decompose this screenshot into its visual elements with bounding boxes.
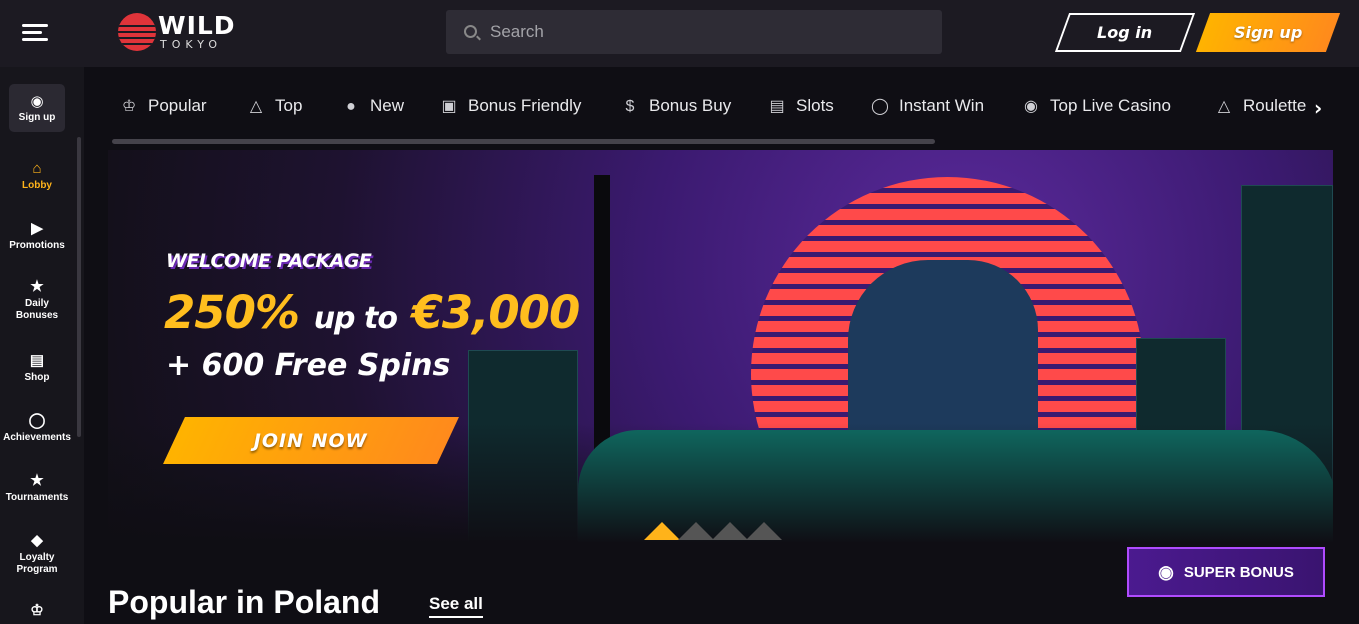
stopwatch-icon: ◯ [871,98,889,115]
sidebar-item-label: Achievements [3,432,71,443]
sidebar-item-tournaments[interactable]: ★ Tournaments [0,473,74,504]
category-top-live-casino[interactable]: ◉ Top Live Casino [1020,96,1171,116]
sidebar-item-label: Loyalty Program [16,552,58,575]
search-input[interactable] [490,10,930,54]
sidebar-signup-label: Sign up [18,112,56,123]
sidebar-item-vip[interactable]: ♔ [0,603,74,622]
super-bonus-button[interactable]: ◉ SUPER BONUS [1127,547,1325,597]
logo-word: WILD [158,11,236,40]
carousel-dot[interactable] [746,522,782,540]
join-now-button[interactable]: JOIN NOW [163,417,459,464]
logo-subtitle: TOKYO [160,38,222,51]
category-label: Bonus Buy [649,96,732,115]
login-button[interactable]: Log in [1054,13,1196,52]
hero-free-spins: + 600 Free Spins [166,348,451,383]
hero-amount: €3,000 [411,286,581,339]
sidebar-item-label: Promotions [9,240,65,251]
category-bonus-friendly[interactable]: ▣ Bonus Friendly [438,96,581,116]
category-scrollbar[interactable] [112,139,935,144]
sidebar-item-loyalty-program[interactable]: ◆ Loyalty Program [0,533,74,576]
sidebar-item-daily-bonuses[interactable]: ★ Daily Bonuses [0,279,74,322]
shop-icon: ▤ [29,352,45,369]
sidebar-item-shop[interactable]: ▤ Shop [0,353,74,384]
slot-machine-icon: ▤ [769,98,785,115]
sidebar-item-label: Shop [24,372,50,383]
category-slots[interactable]: ▤ Slots [766,96,834,116]
sidebar-item-promotions[interactable]: ▶ Promotions [0,221,74,252]
category-label: Slots [796,96,834,115]
hero-headline: 250% up to €3,000 [164,286,581,339]
category-popular[interactable]: ♔ Popular [118,96,207,116]
category-bonus-buy[interactable]: $ Bonus Buy [619,96,732,116]
sidebar-item-label: Tournaments [5,492,69,503]
hero-banner[interactable]: WELCOME PACKAGE 250% up to €3,000 + 600 … [108,150,1333,543]
category-label: Popular [148,96,207,115]
category-label: Roulette [1243,96,1307,115]
user-plus-icon: ◉ [30,92,44,110]
crown-icon: ♔ [30,602,44,619]
medal-icon: ◯ [28,412,46,429]
menu-icon[interactable] [22,24,48,44]
super-bonus-label: SUPER BONUS [1183,563,1294,581]
category-label: Bonus Friendly [468,96,582,115]
sidebar-signup-button[interactable]: ◉ Sign up [9,84,65,132]
money-bag-icon: $ [625,98,635,115]
category-label: New [370,96,405,115]
home-icon: ⌂ [32,160,42,177]
sidebar-item-achievements[interactable]: ◯ Achievements [0,413,74,444]
signup-label: Sign up [1233,23,1303,42]
chip-icon: ◉ [1024,98,1038,115]
category-nav: ♔ Popular △ Top ● New ▣ Bonus Friendly $ Bonu… [108,86,1333,132]
category-label: Top [275,96,303,115]
new-icon: ● [346,98,356,115]
sidebar-item-label: Lobby [22,180,52,191]
sidebar-scrollbar[interactable] [77,137,81,437]
top-bar: WILD TOKYO Log in Sign up [0,0,1359,67]
hero-percent: 250% [164,286,300,339]
join-now-label: JOIN NOW [254,429,368,452]
hero-package-label: WELCOME PACKAGE [166,250,372,272]
carousel-dot[interactable] [712,522,748,540]
section-title: Popular in Poland [108,584,381,620]
flame-icon: △ [249,98,263,115]
diamond-icon: ◆ [31,532,43,549]
logo-sun-icon [118,13,156,51]
money-bag-icon: ◉ [1158,561,1174,582]
category-instant-win[interactable]: ◯ Instant Win [869,96,984,116]
hero-up-to: up to [313,301,398,336]
megaphone-icon: ▶ [31,220,43,237]
sidebar: ◉ Sign up ⌂ Lobby ▶ Promotions ★ Daily B… [0,67,84,624]
category-label: Top Live Casino [1050,96,1171,115]
search-icon [464,25,477,38]
login-label: Log in [1097,23,1153,42]
category-top[interactable]: △ Top [245,96,303,116]
category-new[interactable]: ● New [340,96,404,116]
crown-icon: ♔ [121,98,137,115]
search-bar[interactable] [446,10,942,54]
roulette-icon: △ [1217,98,1231,115]
chevron-right-icon[interactable]: › [1314,96,1322,120]
carousel-dot-active[interactable] [644,522,680,540]
sidebar-item-lobby[interactable]: ⌂ Lobby [0,161,74,192]
calendar-star-icon: ★ [30,278,44,295]
signup-button[interactable]: Sign up [1195,13,1341,52]
category-label: Instant Win [899,96,985,115]
carousel-dot[interactable] [678,522,714,540]
trophy-icon: ★ [30,472,44,489]
see-all-link[interactable]: See all [429,594,483,618]
gift-icon: ▣ [441,98,457,115]
sidebar-item-label: Daily Bonuses [15,298,59,321]
category-roulette[interactable]: △ Roulette [1213,96,1306,116]
